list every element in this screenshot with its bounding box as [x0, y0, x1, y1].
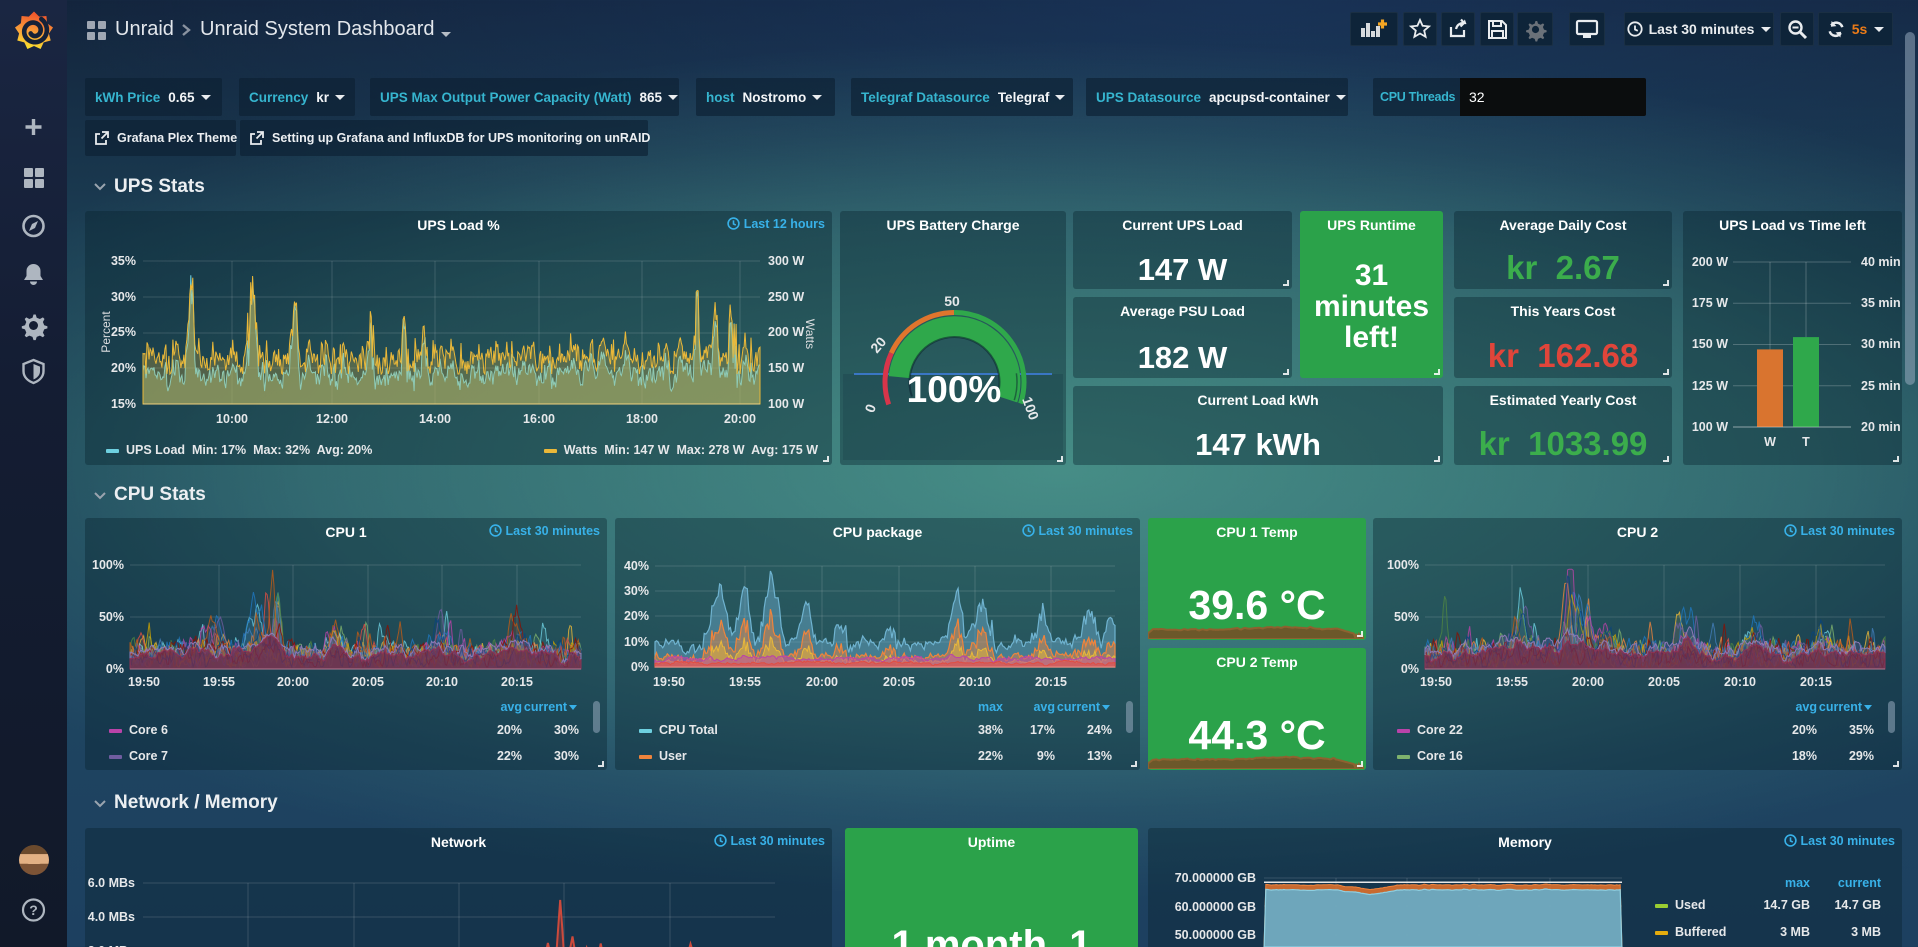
svg-text:?: ? [29, 902, 38, 918]
svg-text:20: 20 [867, 334, 889, 356]
svg-text:100%: 100% [907, 369, 1002, 410]
svg-text:50: 50 [944, 293, 960, 309]
